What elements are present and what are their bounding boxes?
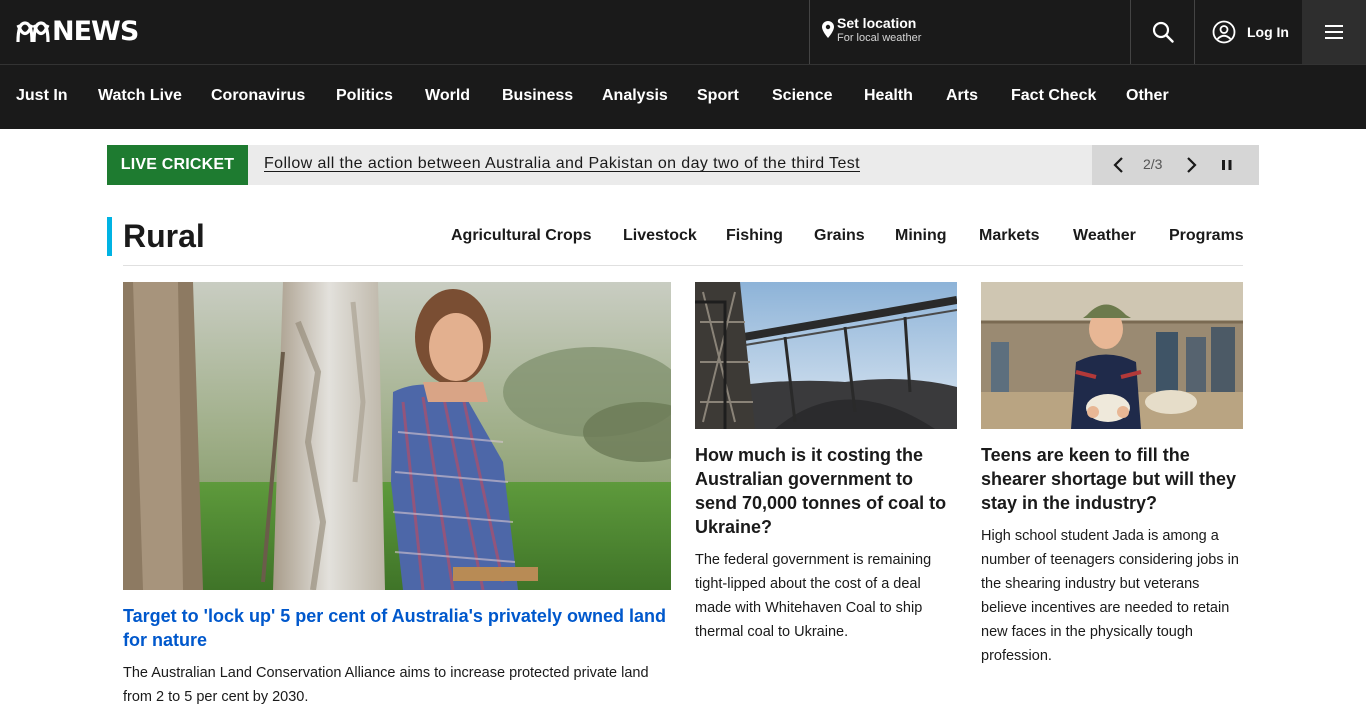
subnav-fishing[interactable]: Fishing [726,227,783,245]
hamburger-menu-icon [1325,25,1343,39]
live-ticker: LIVE CRICKET Follow all the action betwe… [107,145,1259,185]
nav-item-analysis[interactable]: Analysis [602,87,668,105]
subnav-mining[interactable]: Mining [895,227,947,245]
chevron-left-icon[interactable] [1108,154,1130,176]
chevron-right-icon[interactable] [1180,154,1202,176]
nav-item-health[interactable]: Health [864,87,913,105]
abc-news-logo[interactable]: NEWS [16,16,139,47]
main-menu-button[interactable] [1302,0,1366,64]
ticker-headline-link[interactable]: Follow all the action between Australia … [264,155,860,173]
nav-item-coronavirus[interactable]: Coronavirus [211,87,305,105]
subnav-programs[interactable]: Programs [1169,227,1244,245]
nav-item-arts[interactable]: Arts [946,87,978,105]
nav-item-business[interactable]: Business [502,87,573,105]
lead-story-image[interactable] [123,282,671,590]
set-location-button[interactable]: Set location For local weather [809,0,1130,64]
search-button[interactable] [1130,0,1194,64]
nav-item-sport[interactable]: Sport [697,87,739,105]
nav-item-just-in[interactable]: Just In [16,87,68,105]
abc-logo-icon [16,21,50,43]
nav-item-politics[interactable]: Politics [336,87,393,105]
login-button[interactable]: Log In [1194,0,1302,64]
coal-story-image[interactable] [695,282,957,429]
location-title: Set location [837,15,917,31]
ticker-counter: 2/3 [1143,156,1163,172]
nav-item-world[interactable]: World [425,87,470,105]
subnav-weather[interactable]: Weather [1073,227,1136,245]
nav-item-watch-live[interactable]: Watch Live [98,87,182,105]
nav-item-fact-check[interactable]: Fact Check [1011,87,1096,105]
shearer-story-image[interactable] [981,282,1243,429]
shearer-story-summary: High school student Jada is among a numb… [981,528,1239,664]
login-label: Log In [1247,24,1289,40]
ticker-controls: 2/3 [1092,145,1259,185]
subnav-livestock[interactable]: Livestock [623,227,697,245]
pause-icon[interactable] [1219,157,1235,173]
section-divider [123,265,1243,266]
main-navigation: Just In Watch Live Coronavirus Politics … [0,64,1366,129]
search-icon [1152,21,1174,43]
location-pin-icon [822,21,834,38]
shearer-story-headline[interactable]: Teens are keen to fill the shearer short… [981,443,1243,515]
coal-story-headline[interactable]: How much is it costing the Australian go… [695,443,957,539]
subnav-grains[interactable]: Grains [814,227,865,245]
nav-item-science[interactable]: Science [772,87,832,105]
section-accent-bar [107,217,112,256]
user-icon [1212,20,1236,44]
site-header: NEWS Set location For local weather Log … [0,0,1366,64]
lead-story-summary: The Australian Land Conservation Allianc… [123,665,649,705]
subnav-agricultural-crops[interactable]: Agricultural Crops [451,227,591,245]
coal-story-summary: The federal government is remaining tigh… [695,552,932,640]
lead-story-headline[interactable]: Target to 'lock up' 5 per cent of Austra… [123,604,671,652]
section-title: Rural [123,218,205,254]
nav-item-other[interactable]: Other [1126,87,1169,105]
ticker-label: LIVE CRICKET [107,145,248,185]
location-subtitle: For local weather [837,32,922,44]
subnav-markets[interactable]: Markets [979,227,1039,245]
logo-wordmark: NEWS [52,16,139,47]
